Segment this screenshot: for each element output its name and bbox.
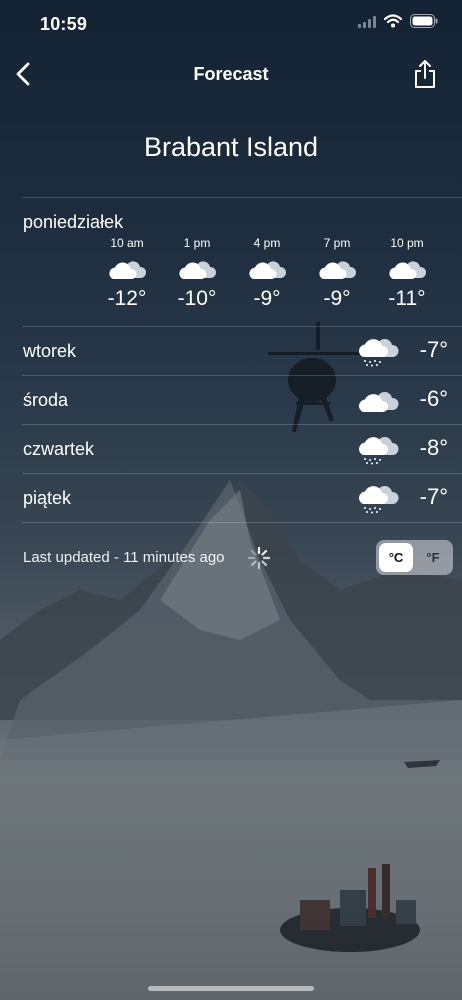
day-temp: -7° (419, 484, 448, 509)
hour-temp: -9° (323, 287, 351, 310)
day-name: wtorek (23, 341, 77, 361)
hour-time: 7 pm (323, 236, 351, 250)
cloudy-icon (358, 391, 399, 412)
hour-item: 7 pm -9° (303, 236, 371, 311)
snow-cloud-icon (358, 436, 399, 465)
divider (22, 522, 462, 523)
nav-title: Forecast (193, 64, 269, 84)
hour-time: 10 pm (390, 236, 424, 250)
divider (22, 197, 462, 198)
signal-icon (358, 15, 376, 33)
hour-item: 4 pm -9° (233, 236, 301, 311)
cloudy-icon (389, 261, 427, 279)
last-updated-text: Last updated - 11 minutes ago (23, 549, 225, 566)
home-indicator (148, 986, 314, 991)
hour-temp: -9° (253, 287, 281, 310)
battery-icon (410, 14, 438, 33)
hour-temp: -12° (107, 287, 147, 310)
day-row[interactable]: czwartek -8° (0, 425, 462, 473)
location-title: Brabant Island (143, 132, 319, 162)
snow-cloud-icon (358, 485, 399, 514)
status-bar-icons (358, 14, 438, 33)
day-temp: -6° (419, 386, 448, 411)
hour-time: 4 pm (253, 236, 281, 250)
day-temp: -8° (419, 435, 448, 460)
hour-item: 10 am -12° (93, 236, 161, 311)
day-row[interactable]: wtorek -7° (0, 327, 462, 375)
hour-time: 10 am (110, 236, 144, 250)
snow-cloud-icon (358, 338, 399, 367)
day-temp: -7° (419, 337, 448, 362)
cloudy-icon (319, 261, 357, 279)
cloudy-icon (109, 261, 147, 279)
day-name: środa (23, 390, 69, 410)
cloudy-icon (249, 261, 287, 279)
fahrenheit-option[interactable]: °F (416, 543, 450, 572)
cloudy-icon (179, 261, 217, 279)
hourly-forecast: 10 am -12° 1 pm -10° 4 pm -9° 7 pm -9° 1… (93, 236, 441, 311)
unit-toggle[interactable]: °C °F (376, 540, 453, 575)
today-label: poniedziałek (23, 212, 124, 232)
share-button[interactable] (410, 56, 440, 92)
hour-time: 1 pm (183, 236, 211, 250)
loading-spinner-icon (247, 546, 271, 570)
share-icon (410, 60, 440, 96)
day-name: piątek (23, 488, 72, 508)
hour-item: 1 pm -10° (163, 236, 231, 311)
day-row[interactable]: środa -6° (0, 376, 462, 424)
day-row[interactable]: piątek -7° (0, 474, 462, 522)
wifi-icon (383, 14, 403, 33)
day-name: czwartek (23, 439, 95, 459)
celsius-option[interactable]: °C (379, 543, 413, 572)
status-bar-time: 10:59 (40, 14, 88, 34)
hour-temp: -11° (388, 287, 426, 310)
hour-item: 10 pm -11° (373, 236, 441, 311)
hour-temp: -10° (177, 287, 217, 310)
